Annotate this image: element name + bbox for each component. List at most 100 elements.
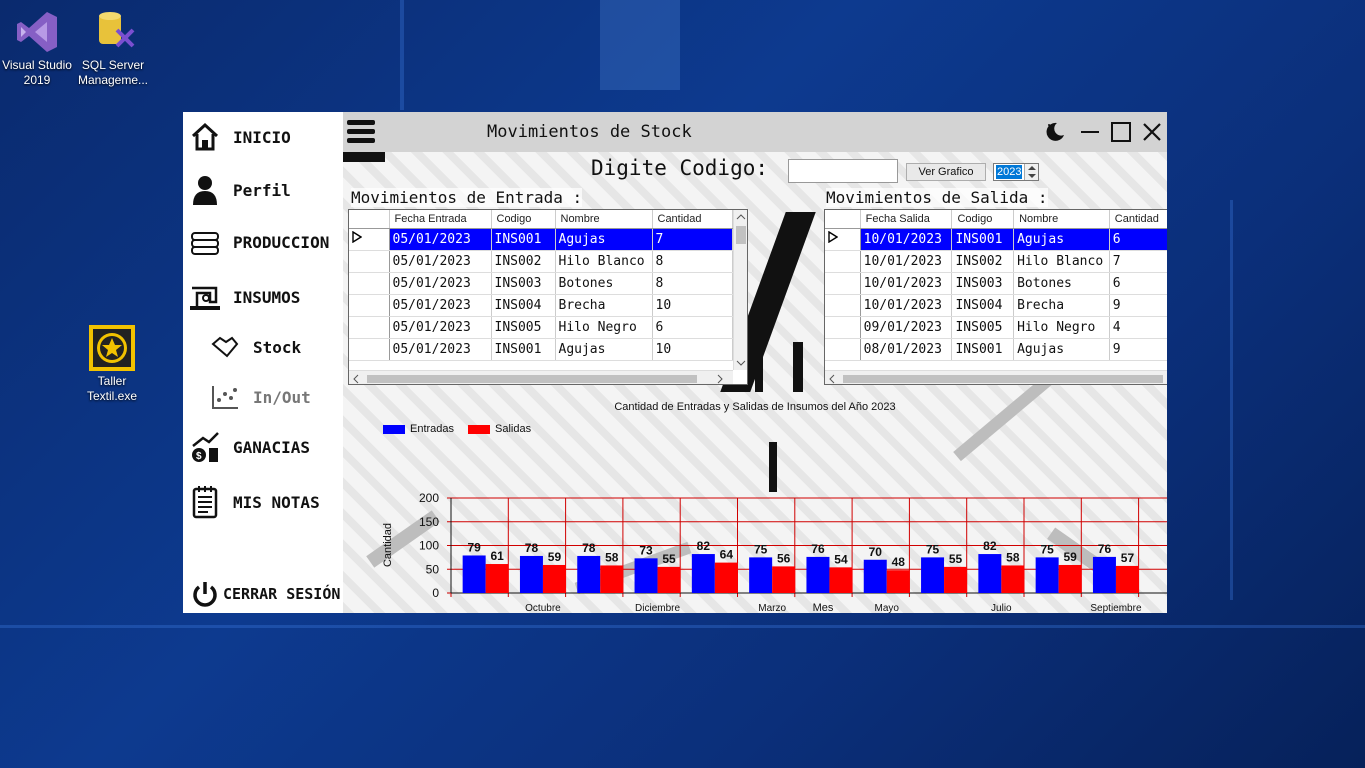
column-header[interactable]: Fecha Salida	[860, 210, 953, 229]
table-cell[interactable]: INS004	[491, 294, 556, 317]
table-cell[interactable]: 9	[1109, 294, 1167, 317]
row-header[interactable]	[825, 250, 861, 273]
row-header[interactable]	[349, 294, 390, 317]
table-cell[interactable]: 10/01/2023	[860, 228, 953, 251]
vertical-scrollbar[interactable]	[733, 210, 747, 370]
view-chart-button[interactable]: Ver Grafico	[906, 163, 986, 181]
table-cell[interactable]: INS001	[491, 228, 556, 251]
horizontal-scrollbar[interactable]	[349, 370, 733, 384]
table-row[interactable]: 10/01/2023 INS001 Agujas 6	[825, 228, 1167, 251]
sidebar-item-in-out[interactable]: In/Out	[203, 375, 311, 419]
table-cell[interactable]: INS003	[951, 272, 1015, 295]
sidebar-item-ganancias[interactable]: $ GANACIAS	[183, 425, 310, 469]
sidebar-item-stock[interactable]: Stock	[203, 325, 301, 369]
moon-icon[interactable]	[1043, 120, 1067, 144]
salidas-grid[interactable]: Fecha Salida Codigo Nombre Cantidad 10/0…	[824, 209, 1167, 385]
row-header[interactable]	[349, 316, 390, 339]
table-cell[interactable]: Hilo Negro	[555, 316, 653, 339]
column-header[interactable]: Fecha Entrada	[389, 210, 492, 229]
table-cell[interactable]: Hilo Blanco	[1013, 250, 1110, 273]
table-row[interactable]: 10/01/2023 INS002 Hilo Blanco 7	[825, 250, 1167, 273]
table-cell[interactable]: Hilo Blanco	[555, 250, 653, 273]
table-cell[interactable]: 05/01/2023	[389, 316, 492, 339]
table-row[interactable]: 05/01/2023 INS005 Hilo Negro 6	[349, 316, 733, 339]
table-row[interactable]: 09/01/2023 INS005 Hilo Negro 4	[825, 316, 1167, 339]
table-cell[interactable]: 05/01/2023	[389, 272, 492, 295]
column-header[interactable]: Codigo	[491, 210, 556, 229]
table-cell[interactable]: Agujas	[555, 338, 653, 361]
table-cell[interactable]: Agujas	[1013, 228, 1110, 251]
table-cell[interactable]: 08/01/2023	[860, 338, 953, 361]
close-icon[interactable]	[1140, 120, 1164, 144]
table-row[interactable]: 08/01/2023 INS001 Agujas 9	[825, 338, 1167, 361]
table-row[interactable]: 10/01/2023 INS003 Botones 6	[825, 272, 1167, 295]
table-cell[interactable]: 05/01/2023	[389, 294, 492, 317]
table-cell[interactable]: INS005	[491, 316, 556, 339]
column-header[interactable]: Codigo	[951, 210, 1015, 229]
desktop-icon-visual-studio[interactable]: Visual Studio 2019	[0, 4, 76, 88]
table-cell[interactable]: 10/01/2023	[860, 294, 953, 317]
table-row[interactable]: 10/01/2023 INS004 Brecha 9	[825, 294, 1167, 317]
table-cell[interactable]: 05/01/2023	[389, 250, 492, 273]
table-cell[interactable]: 8	[652, 272, 733, 295]
table-cell[interactable]: 05/01/2023	[389, 338, 492, 361]
table-row[interactable]: 05/01/2023 INS001 Agujas 7	[349, 228, 733, 251]
entradas-grid[interactable]: Fecha Entrada Codigo Nombre Cantidad 05/…	[348, 209, 748, 385]
logout-button[interactable]: CERRAR SESIÓN	[183, 572, 340, 616]
table-row[interactable]: 05/01/2023 INS004 Brecha 10	[349, 294, 733, 317]
table-row[interactable]: 05/01/2023 INS002 Hilo Blanco 8	[349, 250, 733, 273]
table-cell[interactable]: 6	[1109, 272, 1167, 295]
table-cell[interactable]: INS003	[491, 272, 556, 295]
table-cell[interactable]: Agujas	[555, 228, 653, 251]
table-cell[interactable]: 7	[652, 228, 733, 251]
minimize-icon[interactable]	[1078, 120, 1102, 144]
table-cell[interactable]: 6	[1109, 228, 1167, 251]
year-stepper[interactable]: 2023	[993, 163, 1039, 181]
table-row[interactable]: 05/01/2023 INS001 Agujas 10	[349, 338, 733, 361]
table-cell[interactable]: 4	[1109, 316, 1167, 339]
table-cell[interactable]: Hilo Negro	[1013, 316, 1110, 339]
table-cell[interactable]: 7	[1109, 250, 1167, 273]
desktop-icon-sql-server[interactable]: SQL Server Manageme...	[74, 4, 152, 88]
row-header[interactable]	[825, 316, 861, 339]
maximize-icon[interactable]	[1109, 120, 1133, 144]
table-cell[interactable]: 10/01/2023	[860, 250, 953, 273]
table-cell[interactable]: 10	[652, 338, 733, 361]
table-cell[interactable]: Agujas	[1013, 338, 1110, 361]
code-input[interactable]	[788, 159, 898, 183]
column-header[interactable]: Nombre	[555, 210, 653, 229]
column-header[interactable]: Cantidad	[652, 210, 733, 229]
row-header[interactable]	[349, 272, 390, 295]
sidebar-item-mis-notas[interactable]: MIS NOTAS	[183, 480, 320, 524]
sidebar-item-insumos[interactable]: INSUMOS	[183, 275, 300, 319]
spin-arrows-icon[interactable]	[1024, 164, 1038, 180]
table-cell[interactable]: Brecha	[555, 294, 653, 317]
desktop-icon-taller-textil[interactable]: Taller Textil.exe	[73, 320, 151, 404]
horizontal-scrollbar[interactable]	[825, 370, 1167, 384]
table-cell[interactable]: INS001	[491, 338, 556, 361]
row-header[interactable]	[825, 294, 861, 317]
table-cell[interactable]: 8	[652, 250, 733, 273]
row-header[interactable]	[825, 338, 861, 361]
table-cell[interactable]: Botones	[1013, 272, 1110, 295]
table-cell[interactable]: 10/01/2023	[860, 272, 953, 295]
hamburger-menu-icon[interactable]	[347, 120, 375, 144]
column-header[interactable]: Cantidad	[1109, 210, 1167, 229]
table-cell[interactable]: 09/01/2023	[860, 316, 953, 339]
table-cell[interactable]: INS005	[951, 316, 1015, 339]
sidebar-item-produccion[interactable]: PRODUCCION	[183, 220, 329, 264]
sidebar-item-inicio[interactable]: INICIO	[183, 115, 291, 159]
table-row[interactable]: 05/01/2023 INS003 Botones 8	[349, 272, 733, 295]
row-header[interactable]	[349, 250, 390, 273]
table-cell[interactable]: 6	[652, 316, 733, 339]
table-cell[interactable]: INS002	[951, 250, 1015, 273]
column-header[interactable]: Nombre	[1013, 210, 1110, 229]
table-cell[interactable]: INS002	[491, 250, 556, 273]
row-header[interactable]	[825, 272, 861, 295]
table-cell[interactable]: INS001	[951, 228, 1015, 251]
table-cell[interactable]: Botones	[555, 272, 653, 295]
table-cell[interactable]: 10	[652, 294, 733, 317]
row-header[interactable]	[349, 338, 390, 361]
table-cell[interactable]: 05/01/2023	[389, 228, 492, 251]
table-cell[interactable]: INS004	[951, 294, 1015, 317]
